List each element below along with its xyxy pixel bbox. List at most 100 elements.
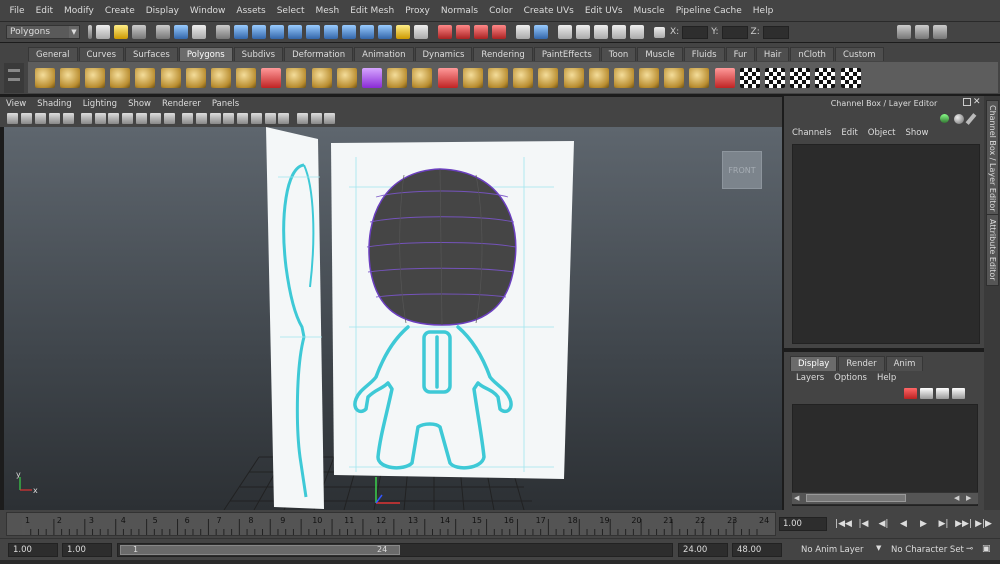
safe-action-icon[interactable]: [149, 113, 161, 124]
xray-icon[interactable]: [264, 113, 276, 124]
new-layer-icon[interactable]: [920, 388, 933, 399]
menu-help[interactable]: Help: [747, 6, 779, 16]
layer-list[interactable]: [792, 404, 978, 506]
planar-mapping-icon[interactable]: [739, 67, 760, 88]
anim-prefs-icon[interactable]: ▣: [982, 544, 991, 554]
lasso-icon[interactable]: [252, 25, 266, 39]
automatic-mapping-icon[interactable]: [815, 67, 836, 88]
shelf-tab-general[interactable]: General: [28, 47, 78, 61]
channel-box-pin-icon[interactable]: [965, 113, 977, 125]
select-object-icon[interactable]: [174, 25, 188, 39]
range-slider-track[interactable]: 1 24: [117, 543, 673, 557]
snap-view-icon[interactable]: [342, 25, 356, 39]
channel-menu-channels[interactable]: Channels: [792, 128, 831, 138]
move-layer-down-icon[interactable]: [952, 388, 965, 399]
open-scene-icon[interactable]: [114, 25, 128, 39]
shelf-tab-deformation[interactable]: Deformation: [284, 47, 354, 61]
menu-file[interactable]: File: [4, 6, 30, 16]
float-panel-icon[interactable]: [963, 98, 971, 106]
poly-soccerball-icon[interactable]: [236, 67, 257, 88]
move-snap-icon[interactable]: [234, 25, 248, 39]
2d-pan-zoom-icon[interactable]: [62, 113, 74, 124]
scroll-thumb[interactable]: [806, 494, 906, 502]
paint-select-icon[interactable]: [270, 25, 284, 39]
new-scene-icon[interactable]: [96, 25, 110, 39]
combine-icon[interactable]: [261, 67, 282, 88]
side-tab-channel-box[interactable]: Channel Box / Layer Editor: [986, 100, 999, 217]
shelf-tab-subdivs[interactable]: Subdivs: [233, 47, 284, 61]
playback-button-6[interactable]: ▶|: [935, 517, 952, 531]
channel-menu-object[interactable]: Object: [868, 128, 896, 138]
viewport-menu-shading[interactable]: Shading: [37, 99, 72, 109]
ipr-render-icon[interactable]: [594, 25, 608, 39]
playback-button-7[interactable]: ▶▶|: [955, 517, 972, 531]
merge-to-center-icon[interactable]: [588, 67, 609, 88]
shelf-tab-ncloth[interactable]: nCloth: [790, 47, 834, 61]
playback-end-field[interactable]: 24.00: [678, 543, 728, 557]
boolean-union-icon[interactable]: [336, 67, 357, 88]
layer-tab-anim[interactable]: Anim: [885, 356, 924, 371]
menu-proxy[interactable]: Proxy: [400, 6, 436, 16]
magnet-icon[interactable]: [438, 25, 452, 39]
playback-button-3[interactable]: ◀|: [875, 517, 892, 531]
range-slider-bar[interactable]: 1 24: [120, 545, 400, 555]
bridge-icon[interactable]: [412, 67, 433, 88]
menu-color[interactable]: Color: [484, 6, 519, 16]
separate-icon[interactable]: [286, 67, 307, 88]
shelf-tab-animation[interactable]: Animation: [354, 47, 414, 61]
layer-tab-display[interactable]: Display: [790, 356, 838, 371]
layer-menu-options[interactable]: Options: [834, 373, 867, 383]
xray-joints-icon[interactable]: [278, 113, 290, 124]
cylindrical-mapping-icon[interactable]: [765, 67, 786, 88]
layer-list-scrollbar[interactable]: ◀ ◀ ▶: [792, 492, 978, 504]
channel-box-move-icon[interactable]: [940, 114, 949, 123]
shelf-tab-painteffects[interactable]: PaintEffects: [533, 47, 600, 61]
shelf-tab-hair[interactable]: Hair: [755, 47, 790, 61]
split-polygon-icon[interactable]: [462, 67, 483, 88]
render-settings-icon[interactable]: [612, 25, 626, 39]
shelf-tab-custom[interactable]: Custom: [834, 47, 884, 61]
shelf-tab-dynamics[interactable]: Dynamics: [414, 47, 473, 61]
menu-edit[interactable]: Edit: [30, 6, 58, 16]
y-field[interactable]: [721, 25, 748, 39]
toggle-tool-settings-icon[interactable]: [914, 25, 929, 39]
playback-button-1[interactable]: |◀◀: [835, 517, 852, 531]
magnet-point-icon[interactable]: [474, 25, 488, 39]
film-gate-icon[interactable]: [94, 113, 106, 124]
z-field[interactable]: [762, 25, 789, 39]
safe-title-icon[interactable]: [163, 113, 175, 124]
poly-sphere-icon[interactable]: [34, 67, 55, 88]
input-ops-icon[interactable]: [516, 25, 530, 39]
poly-pipe-icon[interactable]: [210, 67, 231, 88]
channel-box-ball-icon[interactable]: [954, 114, 964, 124]
playback-button-8[interactable]: ▶|▶: [975, 517, 992, 531]
menu-select[interactable]: Select: [271, 6, 310, 16]
chamfer-icon[interactable]: [689, 67, 710, 88]
poly-pyramid-icon[interactable]: [185, 67, 206, 88]
shelf-tab-rendering[interactable]: Rendering: [473, 47, 533, 61]
menu-muscle[interactable]: Muscle: [628, 6, 670, 16]
x-field[interactable]: [682, 25, 709, 39]
insert-edge-loop-icon[interactable]: [487, 67, 508, 88]
camera-attributes-icon[interactable]: [21, 113, 33, 124]
isolate-select-icon[interactable]: [296, 113, 308, 124]
shelf-tab-curves[interactable]: Curves: [78, 47, 125, 61]
image-plane-icon[interactable]: [48, 113, 60, 124]
snap-point-icon[interactable]: [324, 25, 338, 39]
use-all-lights-icon[interactable]: [237, 113, 249, 124]
shelf-tab-polygons[interactable]: Polygons: [178, 47, 233, 61]
viewport-menu-panels[interactable]: Panels: [212, 99, 239, 109]
textured-icon[interactable]: [223, 113, 235, 124]
ambient-occlusion-icon[interactable]: [310, 113, 322, 124]
extrude-icon[interactable]: [387, 67, 408, 88]
grid-icon[interactable]: [80, 113, 92, 124]
anim-layer-dropdown[interactable]: No Anim Layer: [801, 545, 864, 555]
select-camera-icon[interactable]: [7, 113, 19, 124]
poke-icon[interactable]: [664, 67, 685, 88]
wedge-icon[interactable]: [639, 67, 660, 88]
menu-edit-mesh[interactable]: Edit Mesh: [345, 6, 400, 16]
shadows-icon[interactable]: [250, 113, 262, 124]
channel-box-list[interactable]: [792, 144, 980, 344]
viewport-menu-lighting[interactable]: Lighting: [83, 99, 117, 109]
key-icon[interactable]: ⊸: [966, 544, 973, 554]
